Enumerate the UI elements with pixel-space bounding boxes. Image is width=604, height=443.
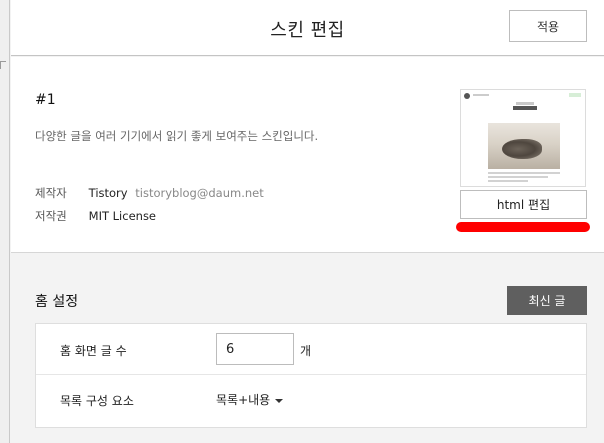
latest-posts-button[interactable]: 최신 글 — [507, 286, 587, 315]
maker-name: Tistory — [88, 186, 128, 200]
apply-button[interactable]: 적용 — [509, 10, 587, 42]
maker-row: 제작자 Tistory tistoryblog@daum.net — [35, 185, 264, 201]
preview-post-title — [513, 106, 537, 110]
skin-info-section: #1 다양한 글을 여러 기기에서 읽기 좋게 보여주는 스킨입니다. 제작자 … — [11, 57, 604, 253]
preview-text-line — [488, 180, 528, 182]
list-components-value: 목록+내용 — [216, 393, 271, 407]
maker-email: tistoryblog@daum.net — [135, 186, 264, 200]
preview-cat-image — [502, 139, 542, 159]
preview-logo — [464, 93, 470, 99]
list-components-select[interactable]: 목록+내용 — [216, 391, 284, 408]
home-settings-panel: 홈 화면 글 수 개 목록 구성 요소 목록+내용 — [35, 323, 587, 428]
preview-text-line — [488, 176, 548, 178]
pane-corner-icon — [0, 61, 6, 69]
license-row: 저작권 MIT License — [35, 208, 156, 224]
license-value: MIT License — [88, 209, 157, 223]
left-pane-edge — [0, 0, 10, 443]
skin-edit-page: 스킨 편집 적용 #1 다양한 글을 여러 기기에서 읽기 좋게 보여주는 스킨… — [0, 0, 604, 443]
skin-number: #1 — [35, 92, 56, 108]
post-count-label: 홈 화면 글 수 — [60, 344, 127, 358]
home-settings-title: 홈 설정 — [35, 294, 79, 310]
preview-nav — [473, 94, 489, 96]
skin-preview-thumbnail — [460, 89, 586, 187]
preview-photo — [488, 123, 560, 169]
chevron-down-icon — [275, 398, 284, 403]
post-count-input[interactable] — [216, 333, 294, 365]
post-count-unit: 개 — [300, 344, 312, 358]
preview-text-line — [488, 172, 560, 174]
preview-category — [516, 102, 534, 105]
maker-label: 제작자 — [35, 186, 67, 200]
skin-description: 다양한 글을 여러 기기에서 읽기 좋게 보여주는 스킨입니다. — [35, 129, 319, 143]
preview-button — [569, 93, 581, 97]
license-label: 저작권 — [35, 209, 67, 223]
row-divider — [36, 374, 586, 375]
header: 스킨 편집 적용 — [11, 0, 604, 56]
list-components-label: 목록 구성 요소 — [60, 394, 134, 408]
highlight-underline — [456, 222, 590, 232]
html-edit-button[interactable]: html 편집 — [460, 190, 587, 219]
